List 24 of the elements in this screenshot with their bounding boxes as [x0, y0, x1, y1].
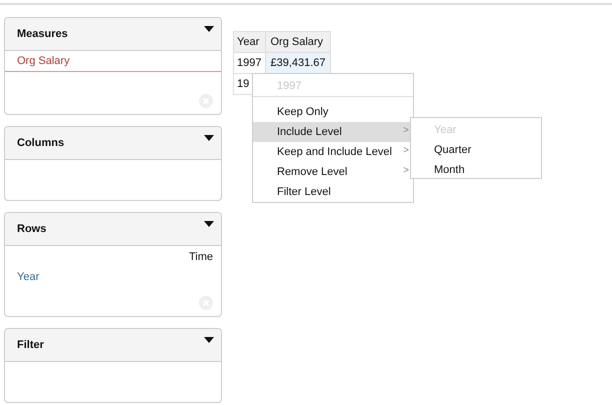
submenu-arrow-icon: > — [403, 122, 409, 138]
menu-item[interactable]: Keep and Include Level > — [253, 142, 413, 162]
column-header: Year — [234, 32, 266, 52]
panel-title: Measures — [17, 26, 68, 42]
dropdown-icon[interactable] — [204, 135, 214, 141]
table-cell: £39,431.67 — [266, 52, 330, 74]
panel-title: Columns — [17, 136, 64, 151]
menu-item[interactable]: Quarter — [411, 140, 541, 160]
panel-title: Filter — [17, 338, 44, 353]
menu-item[interactable]: Month — [411, 160, 541, 180]
dimension-label: Time — [188, 250, 214, 265]
submenu-arrow-icon: > — [403, 162, 409, 178]
panel-title: Rows — [17, 222, 46, 237]
dropdown-icon[interactable] — [204, 221, 214, 227]
menu-item[interactable]: Keep Only — [253, 102, 413, 122]
level-item[interactable]: Year — [5, 266, 221, 288]
menu-item[interactable]: Remove Level > — [253, 162, 413, 182]
dropdown-icon[interactable] — [204, 26, 214, 32]
menu-item[interactable]: Filter Level — [253, 182, 413, 202]
measure-item[interactable]: Org Salary — [5, 51, 221, 72]
dropdown-icon[interactable] — [204, 337, 214, 343]
menu-item[interactable]: Include Level > — [253, 122, 413, 142]
column-header: Org Salary — [266, 32, 330, 52]
submenu-arrow-icon: > — [403, 142, 409, 158]
